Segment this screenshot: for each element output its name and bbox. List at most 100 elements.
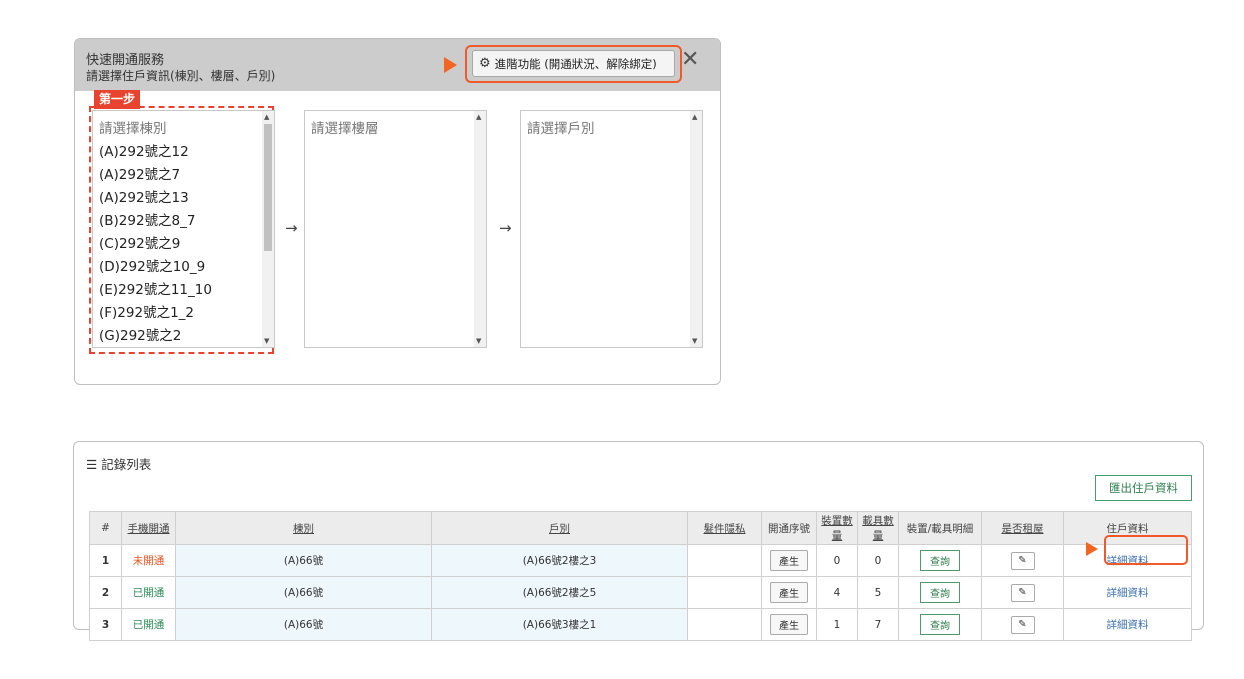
row-index: 3 bbox=[89, 608, 122, 641]
row-status: 已開通 bbox=[121, 608, 176, 641]
table-row: 1 未開通 (A)66號 (A)66號2樓之3 產生 0 0 查詢 ✎ 詳細資料 bbox=[89, 544, 1192, 577]
row-status: 已開通 bbox=[121, 576, 176, 609]
scroll-up-icon[interactable]: ▲ bbox=[692, 113, 697, 121]
pointer-arrow-icon bbox=[1086, 542, 1098, 556]
building-option[interactable]: (E)292號之11_10 bbox=[99, 278, 212, 298]
query-detail-button[interactable]: 查詢 bbox=[920, 550, 960, 571]
col-rental[interactable]: 是否租屋 bbox=[981, 511, 1064, 545]
quick-service-header: 快速開通服務 請選擇住戶資訊(棟別、樓層、戶別) ⚙ 進階功能 (開通狀況、解除… bbox=[75, 39, 720, 91]
quick-service-title: 快速開通服務 bbox=[86, 53, 165, 68]
query-detail-button[interactable]: 查詢 bbox=[920, 614, 960, 635]
building-placeholder: 請選擇棟別 bbox=[99, 121, 167, 137]
row-index: 1 bbox=[89, 544, 122, 577]
row-index: 2 bbox=[89, 576, 122, 609]
pencil-icon[interactable]: ✎ bbox=[1010, 583, 1035, 602]
scroll-down-icon[interactable]: ▼ bbox=[692, 337, 697, 345]
scroll-thumb[interactable] bbox=[264, 124, 272, 251]
building-option[interactable]: (G)292號之2 bbox=[99, 324, 181, 344]
list-icon: ☰ bbox=[86, 457, 98, 472]
building-option[interactable]: (A)292號之12 bbox=[99, 140, 189, 160]
row-rental: ✎ bbox=[981, 576, 1064, 609]
building-option[interactable]: (A)292號之7 bbox=[99, 163, 180, 183]
building-option[interactable]: (D)292號之10_9 bbox=[99, 255, 205, 275]
records-panel: ☰ 記錄列表 匯出住戶資料 # 手機開通 棟別 戶別 髮件隱私 開通序號 裝置數量… bbox=[73, 441, 1204, 641]
close-icon[interactable]: ✕ bbox=[681, 49, 699, 71]
scroll-down-icon[interactable]: ▼ bbox=[264, 337, 269, 345]
generate-serial-button[interactable]: 產生 bbox=[770, 582, 808, 603]
row-device-detail: 查詢 bbox=[898, 576, 982, 609]
building-option[interactable]: (F)292號之1_2 bbox=[99, 301, 194, 321]
row-building: (A)66號 bbox=[175, 544, 432, 577]
row-rental: ✎ bbox=[981, 608, 1064, 641]
row-carrier-count: 7 bbox=[857, 608, 899, 641]
quick-service-panel: 快速開通服務 請選擇住戶資訊(棟別、樓層、戶別) ⚙ 進階功能 (開通狀況、解除… bbox=[74, 38, 721, 385]
row-carrier-count: 5 bbox=[857, 576, 899, 609]
building-list-scrollbar[interactable]: ▲ ▼ bbox=[262, 111, 274, 347]
scroll-down-icon[interactable]: ▼ bbox=[476, 337, 481, 345]
table-row: 2 已開通 (A)66號 (A)66號2樓之5 產生 4 5 查詢 ✎ 詳細資料 bbox=[89, 576, 1192, 609]
activation-status: 已開通 bbox=[132, 619, 165, 631]
records-title: ☰ 記錄列表 bbox=[86, 454, 151, 473]
records-title-text: 記錄列表 bbox=[101, 457, 152, 472]
resident-detail-highlight bbox=[1104, 535, 1188, 565]
building-option[interactable]: (B)292號之8_7 bbox=[99, 209, 196, 229]
row-device-count: 4 bbox=[816, 576, 858, 609]
records-table: # 手機開通 棟別 戶別 髮件隱私 開通序號 裝置數量 載具數量 裝置/載具明細… bbox=[89, 511, 1192, 641]
row-unit: (A)66號2樓之5 bbox=[431, 576, 688, 609]
unit-placeholder: 請選擇戶別 bbox=[527, 121, 595, 137]
scroll-up-icon[interactable]: ▲ bbox=[476, 113, 481, 121]
building-option[interactable]: (C)292號之9 bbox=[99, 232, 180, 252]
activation-status: 未開通 bbox=[132, 555, 165, 567]
col-carrier-count[interactable]: 載具數量 bbox=[857, 511, 899, 545]
activation-status: 已開通 bbox=[132, 587, 165, 599]
export-residents-button[interactable]: 匯出住戶資料 bbox=[1095, 475, 1192, 501]
row-device-count: 0 bbox=[816, 544, 858, 577]
col-privacy[interactable]: 髮件隱私 bbox=[687, 511, 762, 545]
col-building[interactable]: 棟別 bbox=[175, 511, 432, 545]
generate-serial-button[interactable]: 產生 bbox=[770, 550, 808, 571]
query-detail-button[interactable]: 查詢 bbox=[920, 582, 960, 603]
advanced-functions-button[interactable]: ⚙ 進階功能 (開通狀況、解除綁定) bbox=[472, 50, 675, 77]
row-unit: (A)66號2樓之3 bbox=[431, 544, 688, 577]
col-unit[interactable]: 戶別 bbox=[431, 511, 688, 545]
floor-select-list[interactable]: 請選擇樓層 ▲ ▼ bbox=[304, 110, 487, 348]
row-privacy bbox=[687, 608, 762, 641]
row-serial: 產生 bbox=[761, 544, 817, 577]
row-device-detail: 查詢 bbox=[898, 544, 982, 577]
row-unit: (A)66號3樓之1 bbox=[431, 608, 688, 641]
resident-detail-link[interactable]: 詳細資料 bbox=[1107, 587, 1149, 599]
gears-icon: ⚙ bbox=[479, 56, 491, 71]
row-resident-info: 詳細資料 bbox=[1063, 576, 1192, 609]
scroll-up-icon[interactable]: ▲ bbox=[264, 113, 269, 121]
floor-list-scrollbar[interactable]: ▲ ▼ bbox=[474, 111, 486, 347]
pointer-arrow-icon bbox=[444, 57, 457, 73]
pencil-icon[interactable]: ✎ bbox=[1010, 551, 1035, 570]
col-device-detail: 裝置/載具明細 bbox=[898, 511, 982, 545]
floor-placeholder: 請選擇樓層 bbox=[311, 121, 379, 137]
building-select-list[interactable]: 請選擇棟別 (A)292號之12 (A)292號之7 (A)292號之13 (B)29… bbox=[92, 110, 275, 348]
row-resident-info: 詳細資料 bbox=[1063, 608, 1192, 641]
col-index: # bbox=[89, 511, 122, 545]
col-serial: 開通序號 bbox=[761, 511, 817, 545]
unit-list-scrollbar[interactable]: ▲ ▼ bbox=[690, 111, 702, 347]
quick-service-subtitle: 請選擇住戶資訊(棟別、樓層、戶別) bbox=[86, 69, 276, 83]
col-device-count[interactable]: 裝置數量 bbox=[816, 511, 858, 545]
arrow-right-icon: → bbox=[285, 219, 298, 237]
row-device-count: 1 bbox=[816, 608, 858, 641]
advanced-functions-label: 進階功能 (開通狀況、解除綁定) bbox=[494, 56, 657, 71]
generate-serial-button[interactable]: 產生 bbox=[770, 614, 808, 635]
row-privacy bbox=[687, 576, 762, 609]
pencil-icon[interactable]: ✎ bbox=[1010, 615, 1035, 634]
col-mobile-activation[interactable]: 手機開通 bbox=[121, 511, 176, 545]
row-device-detail: 查詢 bbox=[898, 608, 982, 641]
row-building: (A)66號 bbox=[175, 608, 432, 641]
row-serial: 產生 bbox=[761, 576, 817, 609]
unit-select-list[interactable]: 請選擇戶別 ▲ ▼ bbox=[520, 110, 703, 348]
row-carrier-count: 0 bbox=[857, 544, 899, 577]
table-header-row: # 手機開通 棟別 戶別 髮件隱私 開通序號 裝置數量 載具數量 裝置/載具明細… bbox=[89, 511, 1192, 545]
row-serial: 產生 bbox=[761, 608, 817, 641]
building-option[interactable]: (A)292號之13 bbox=[99, 186, 189, 206]
resident-detail-link[interactable]: 詳細資料 bbox=[1107, 619, 1149, 631]
row-status: 未開通 bbox=[121, 544, 176, 577]
table-row: 3 已開通 (A)66號 (A)66號3樓之1 產生 1 7 查詢 ✎ 詳細資料 bbox=[89, 608, 1192, 641]
